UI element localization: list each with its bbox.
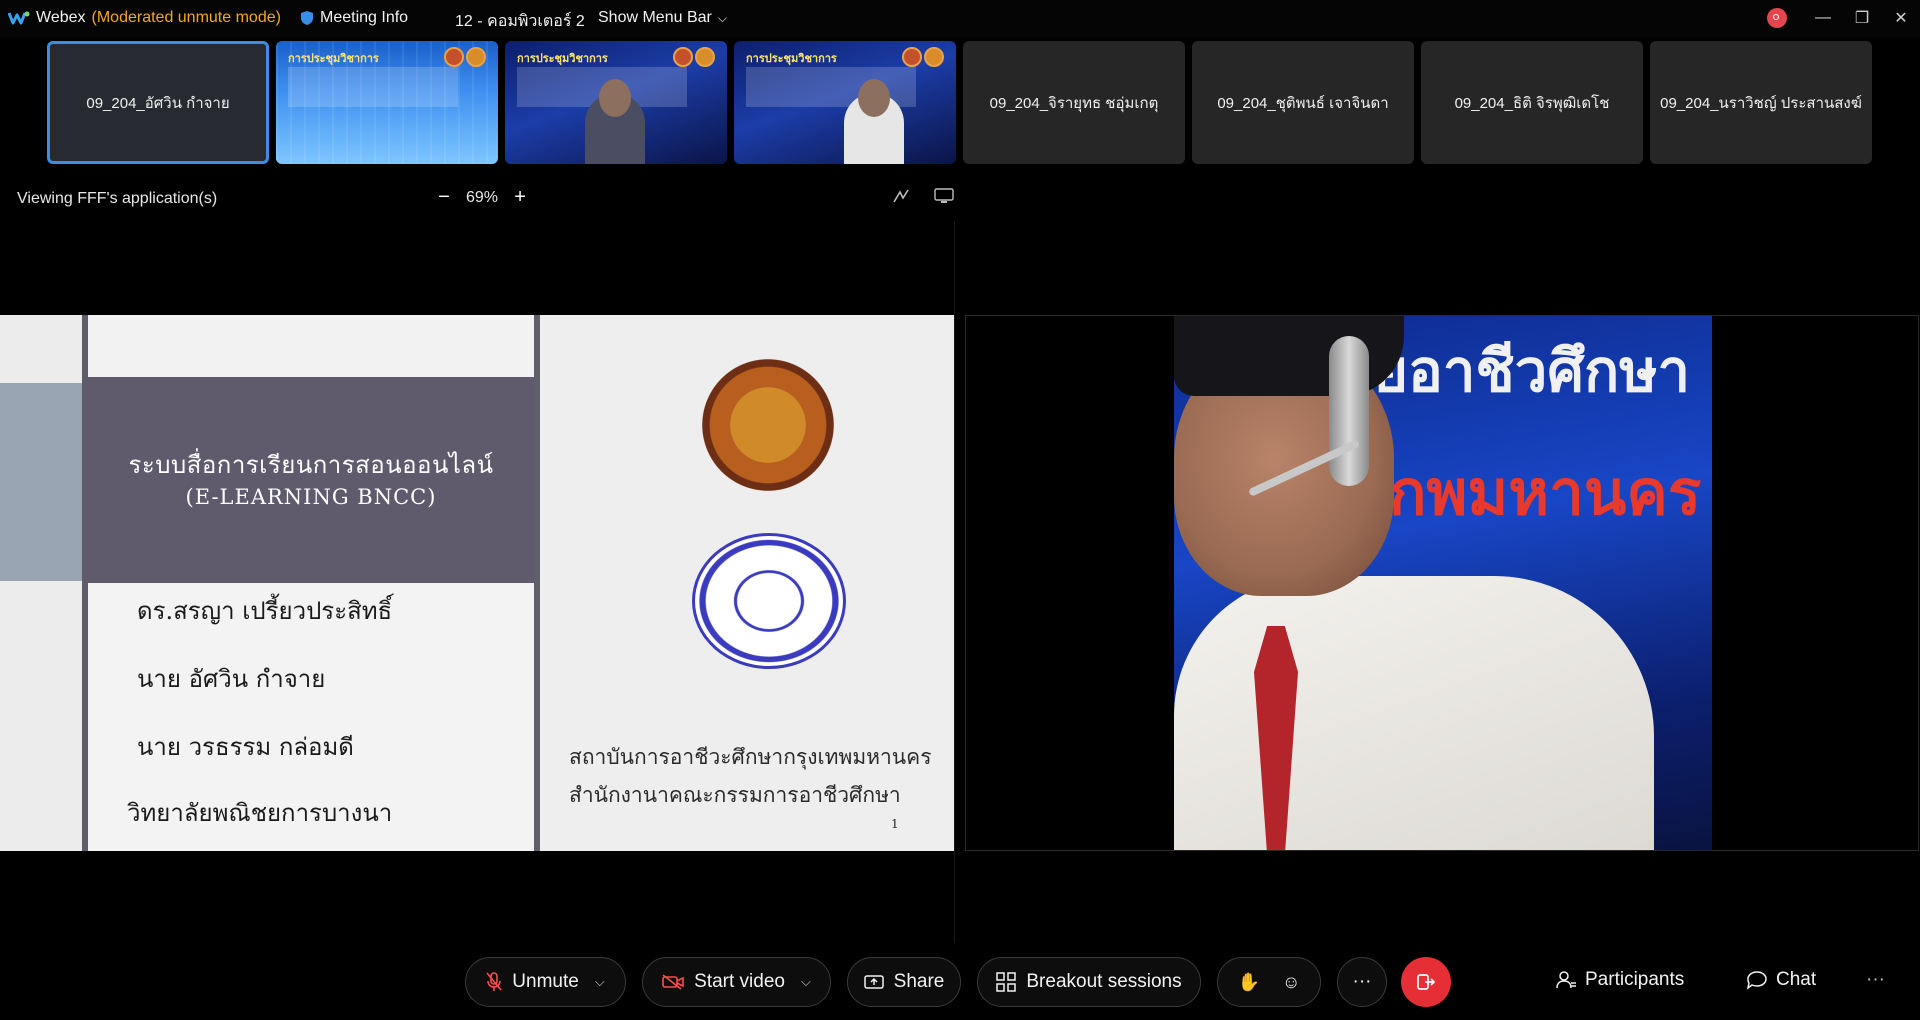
presenter-body [1174,576,1654,850]
webex-logo-icon [8,11,30,25]
chevron-down-icon[interactable]: ⌵ [595,974,605,990]
restore-icon[interactable]: ❐ [1847,4,1877,32]
office-name: สำนักงานาคณะกรรมการอาชีวศึกษา [569,783,901,807]
close-icon[interactable]: ✕ [1886,4,1916,32]
participants-icon [1556,971,1576,989]
slide-title: ระบบสื่อการเรียนการสอนออนไลน์ [128,451,494,479]
badge-icon [444,47,464,67]
start-video-button[interactable]: Start video ⌵ [642,957,831,1007]
chevron-down-icon: ⌵ [717,10,727,25]
institute-name: สถาบันการอาชีวะศึกษากรุงเทพมหานคร [569,745,932,769]
participant-tile[interactable]: 09_204_ชุติพนธ์ เจาจินดา [1192,41,1414,164]
participant-name: 09_204_จิรายุทธ ชอุ่มเกตุ [989,94,1159,112]
app-name: Webex [36,9,86,26]
share-button[interactable]: Share [847,957,961,1007]
presenter-video: ยอาชีวศึกษา กพมหานคร [1174,316,1712,850]
participant-video-tile[interactable]: การประชุมวิชาการ [276,41,498,164]
participant-tile[interactable]: 09_204_อัศวิน กำจาย [47,41,269,164]
show-menu-bar-label: Show Menu Bar [598,9,712,26]
more-options-button[interactable]: ··· [1337,957,1387,1007]
chat-icon [1746,971,1767,990]
badge-icon [695,47,715,67]
participants-label: Participants [1585,969,1685,990]
participant-tile[interactable]: 09_204_จิรายุทธ ชอุ่มเกตุ [963,41,1185,164]
participant-tile[interactable]: 09_204_นราวิชญ์ ประสานสงฆ์ [1650,41,1872,164]
shared-slide: ระบบสื่อการเรียนการสอนออนไลน์ (E-LEARNIN… [0,315,954,851]
app-title: Webex (Moderated unmute mode) [8,9,281,27]
participant-name: 09_204_ชุติพนธ์ เจาจินดา [1217,94,1389,112]
breakout-sessions-label: Breakout sessions [1026,971,1182,992]
shield-icon [301,11,313,25]
college-seal-icon [692,533,846,669]
shared-content-area[interactable]: ระบบสื่อการเรียนการสอนออนไลน์ (E-LEARNIN… [0,221,955,943]
overflow-menu-label: ··· [1866,969,1885,990]
participant-name: 09_204_ธิติ จิรพุฒิเดโช [1454,94,1610,112]
leave-meeting-button[interactable] [1401,957,1451,1007]
badge-icon [466,47,486,67]
zoom-level: 69% [466,188,499,206]
headset-icon [1329,336,1369,486]
video-banner-text: ยอาชีวศึกษา [1374,337,1691,405]
college-name: วิทยาลัยพณิชยการบางนา [127,799,393,827]
video-caption: การประชุมวิชาการ [288,53,379,65]
video-off-icon [662,974,684,990]
title-bar: Webex (Moderated unmute mode) Meeting In… [0,0,1920,38]
remote-control-icon[interactable] [934,188,954,208]
reactions-icon[interactable]: ☺ [1282,972,1300,993]
unmute-button[interactable]: Unmute ⌵ [465,957,626,1007]
video-caption: การประชุมวิชาการ [517,53,608,65]
author-name: ดร.สรญา เปรี้ยวประสิทธิ์ [137,597,393,625]
unmute-label: Unmute [512,971,579,992]
viewing-label: Viewing FFF's application(s) [17,190,218,207]
leave-icon [1417,974,1436,990]
breakout-grid-icon [996,972,1017,992]
start-video-label: Start video [694,971,785,992]
slide-subtitle: (E-LEARNING BNCC) [185,485,437,509]
author-name: นาย อัศวิน กำจาย [137,665,326,693]
participant-tile[interactable]: 09_204_ธิติ จิรพุฒิเดโช [1421,41,1643,164]
presenter-video-tile[interactable]: ยอาชีวศึกษา กพมหานคร [965,315,1919,851]
recording-icon[interactable] [1767,8,1787,28]
annotate-icon[interactable] [892,188,910,208]
raise-hand-icon[interactable]: ✋ [1238,972,1260,993]
author-name: นาย วรธรรม กล่อมดี [137,733,354,761]
participant-name: 09_204_อัศวิน กำจาย [86,94,230,112]
vocational-commission-seal-icon [702,359,834,491]
participant-strip: 09_204_อัศวิน กำจาย การประชุมวิชาการ การ… [0,38,1920,170]
zoom-out-button[interactable]: − [436,186,452,209]
zoom-control: − 69% + [436,186,528,209]
share-icon [863,975,884,989]
reactions-group: ✋ ☺ [1217,957,1321,1007]
share-label: Share [893,971,945,992]
breakout-sessions-button[interactable]: Breakout sessions [977,957,1201,1007]
meeting-info-label: Meeting Info [320,9,409,26]
more-options-label: ··· [1352,971,1372,992]
slide-page-number: 1 [891,817,899,831]
meeting-mode: (Moderated unmute mode) [91,9,281,26]
minimize-icon[interactable]: — [1808,4,1838,32]
badge-icon [673,47,693,67]
badge-icon [924,47,944,67]
badge-icon [902,47,922,67]
chat-label: Chat [1776,969,1817,990]
video-banner-text: กพมหานคร [1389,456,1702,529]
participant-name: 09_204_นราวิชญ์ ประสานสงฆ์ [1660,94,1862,112]
chat-button[interactable]: Chat [1746,969,1816,991]
meeting-info-button[interactable]: Meeting Info [300,9,408,27]
muted-mic-icon [486,972,502,991]
overflow-menu-button[interactable]: ··· [1866,969,1885,991]
show-menu-bar-button[interactable]: Show Menu Bar ⌵ [598,9,727,27]
meeting-name: 12 - คอมพิวเตอร์ 2 [455,13,585,30]
participant-video-tile[interactable]: การประชุมวิชาการ [505,41,727,164]
video-caption: การประชุมวิชาการ [746,53,837,65]
chevron-down-icon[interactable]: ⌵ [801,974,811,990]
participant-video-tile[interactable]: การประชุมวิชาการ [734,41,956,164]
participants-button[interactable]: Participants [1555,969,1684,991]
zoom-in-button[interactable]: + [512,186,528,209]
